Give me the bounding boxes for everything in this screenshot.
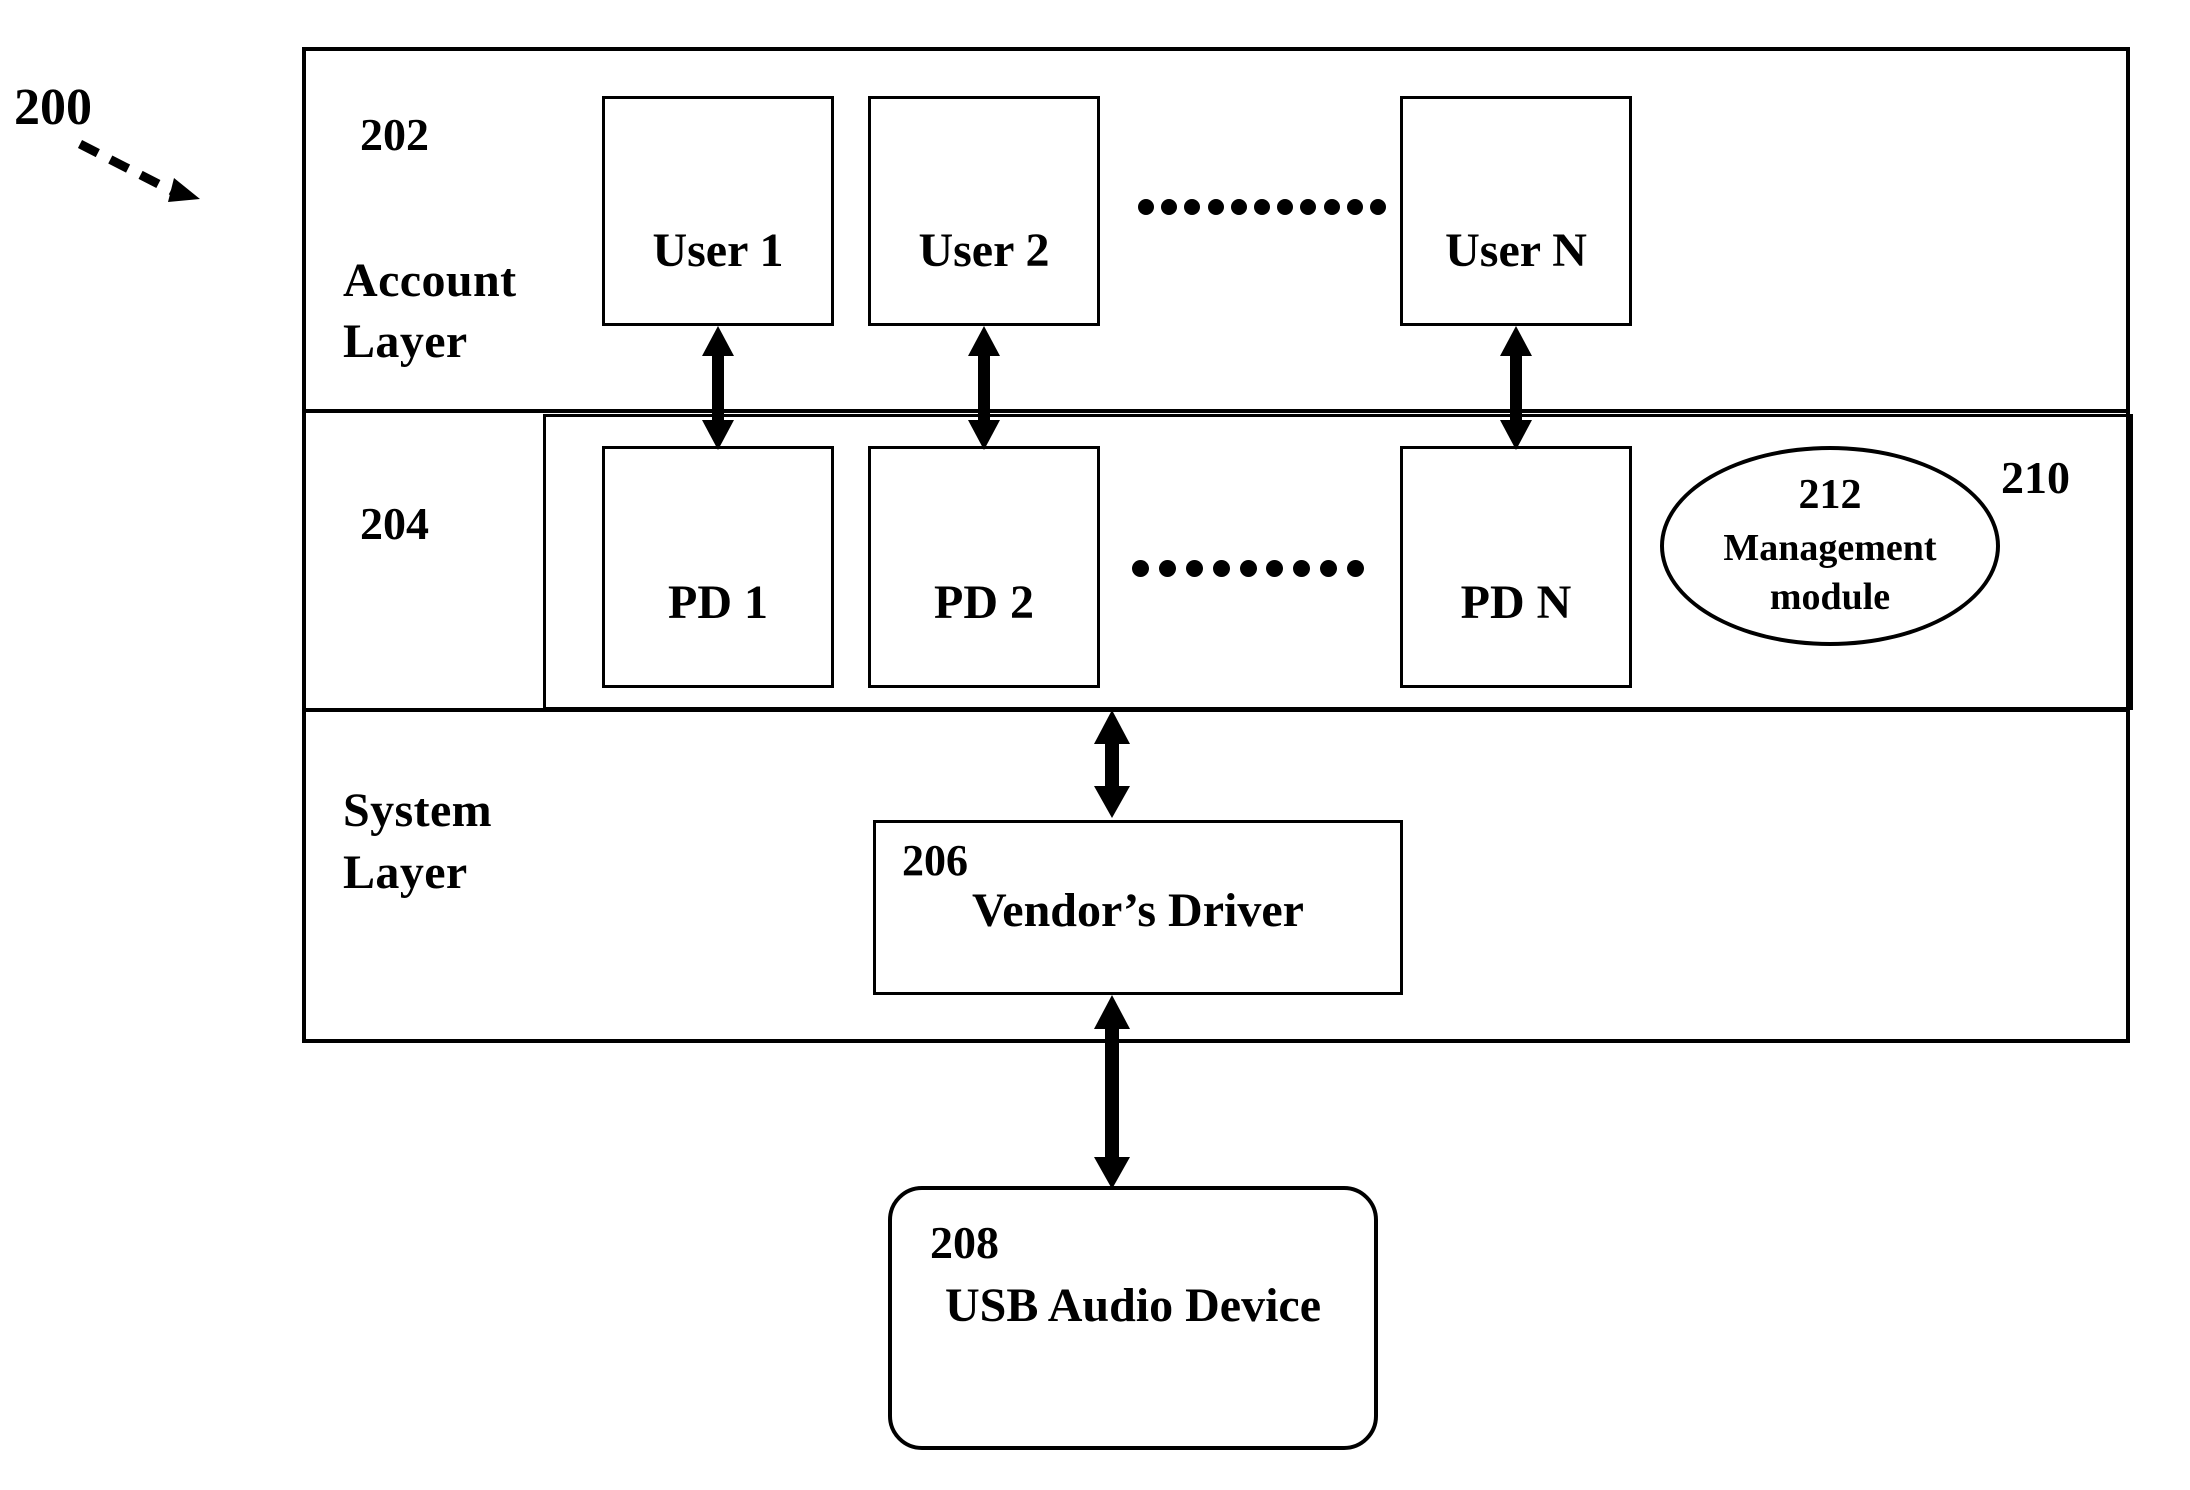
pd-1-box[interactable]: PD 1 [602,446,834,688]
arrow-pd-driver [1094,710,1130,818]
usb-audio-device-label: USB Audio Device [944,1279,1322,1332]
device-ref-208: 208 [930,1217,999,1268]
arrow-driver-device [1094,995,1130,1189]
account-pd-divider [302,409,2130,413]
pd-n-box[interactable]: PD N [1400,446,1632,688]
account-layer-title-line2: Layer [343,315,468,368]
container-ref-210: 210 [2001,452,2070,503]
account-layer-ref-202: 202 [360,109,429,160]
figure-leader-arrow [77,139,200,202]
user-1-box[interactable]: User 1 [602,96,834,326]
usb-audio-device-box[interactable]: 208 USB Audio Device [888,1186,1378,1450]
vendors-driver-box[interactable]: 206 Vendor’s Driver [873,820,1403,995]
management-module-ellipse[interactable]: 212 Management module [1660,446,2000,646]
user-2-label: User 2 [918,224,1050,277]
user-1-label: User 1 [652,224,784,277]
account-layer-title-line1: Account [343,254,517,307]
pd-n-label: PD N [1460,576,1572,629]
driver-ref-206: 206 [902,836,968,885]
management-module-ref-212: 212 [1798,472,1862,518]
pd-layer-ref-204: 204 [360,498,429,549]
pd-ellipsis-dots [1132,557,1364,579]
system-layer-title-line1: System [343,784,493,837]
vendors-driver-label: Vendor’s Driver [972,884,1304,937]
pd-1-label: PD 1 [668,576,768,629]
user-2-box[interactable]: User 2 [868,96,1100,326]
user-n-label: User N [1445,224,1587,277]
management-module-line2: module [1769,576,1891,618]
pd-2-box[interactable]: PD 2 [868,446,1100,688]
system-layer-title-line2: Layer [343,846,468,899]
figure-canvas: 200 202 Account Layer User 1 User 2 User… [0,0,2190,1490]
figure-ref-200: 200 [14,79,92,136]
pd-2-label: PD 2 [934,576,1034,629]
account-ellipsis-dots [1138,196,1386,218]
management-module-line1: Management [1723,527,1937,569]
user-n-box[interactable]: User N [1400,96,1632,326]
